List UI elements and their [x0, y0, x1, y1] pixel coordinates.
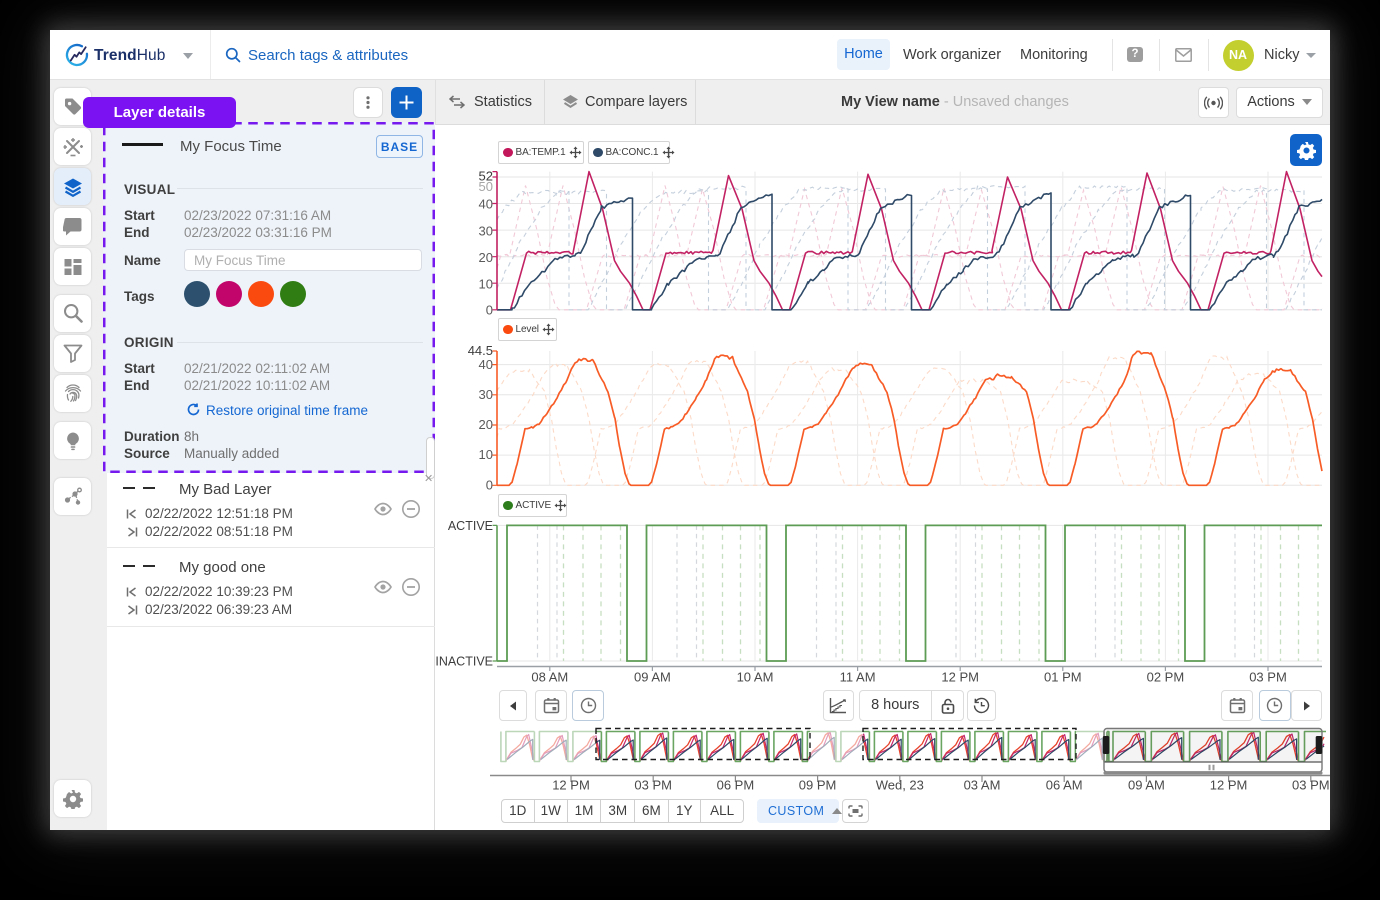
svg-text:30: 30 — [479, 387, 493, 402]
svg-text:08 AM: 08 AM — [531, 670, 568, 685]
svg-text:11 AM: 11 AM — [840, 670, 876, 685]
svg-text:0: 0 — [486, 478, 493, 493]
svg-text:30: 30 — [479, 223, 493, 238]
svg-text:20: 20 — [479, 417, 493, 432]
svg-text:06 AM: 06 AM — [1046, 778, 1083, 793]
svg-text:09 PM: 09 PM — [799, 778, 837, 793]
svg-text:40: 40 — [479, 357, 493, 372]
svg-text:INACTIVE: INACTIVE — [435, 655, 493, 669]
svg-text:20: 20 — [479, 250, 493, 265]
svg-text:Wed, 23: Wed, 23 — [876, 778, 924, 793]
svg-text:44.5: 44.5 — [468, 343, 493, 358]
svg-text:09 AM: 09 AM — [1128, 778, 1165, 793]
svg-text:06 PM: 06 PM — [717, 778, 755, 793]
svg-text:09 AM: 09 AM — [634, 670, 671, 685]
svg-text:12 PM: 12 PM — [941, 670, 979, 685]
svg-text:10: 10 — [479, 447, 493, 462]
svg-text:03 AM: 03 AM — [964, 778, 1001, 793]
svg-text:02 PM: 02 PM — [1147, 670, 1185, 685]
svg-text:ACTIVE: ACTIVE — [448, 519, 493, 533]
svg-text:12 PM: 12 PM — [1210, 778, 1248, 793]
svg-text:12 PM: 12 PM — [552, 778, 590, 793]
svg-text:10: 10 — [479, 277, 493, 292]
svg-text:0: 0 — [486, 302, 493, 317]
svg-text:40: 40 — [479, 197, 493, 212]
svg-text:03 PM: 03 PM — [1292, 778, 1330, 793]
svg-text:50: 50 — [479, 179, 493, 194]
svg-text:03 PM: 03 PM — [634, 778, 672, 793]
svg-text:10 AM: 10 AM — [737, 670, 774, 685]
svg-text:03 PM: 03 PM — [1249, 670, 1287, 685]
svg-text:01 PM: 01 PM — [1044, 670, 1082, 685]
